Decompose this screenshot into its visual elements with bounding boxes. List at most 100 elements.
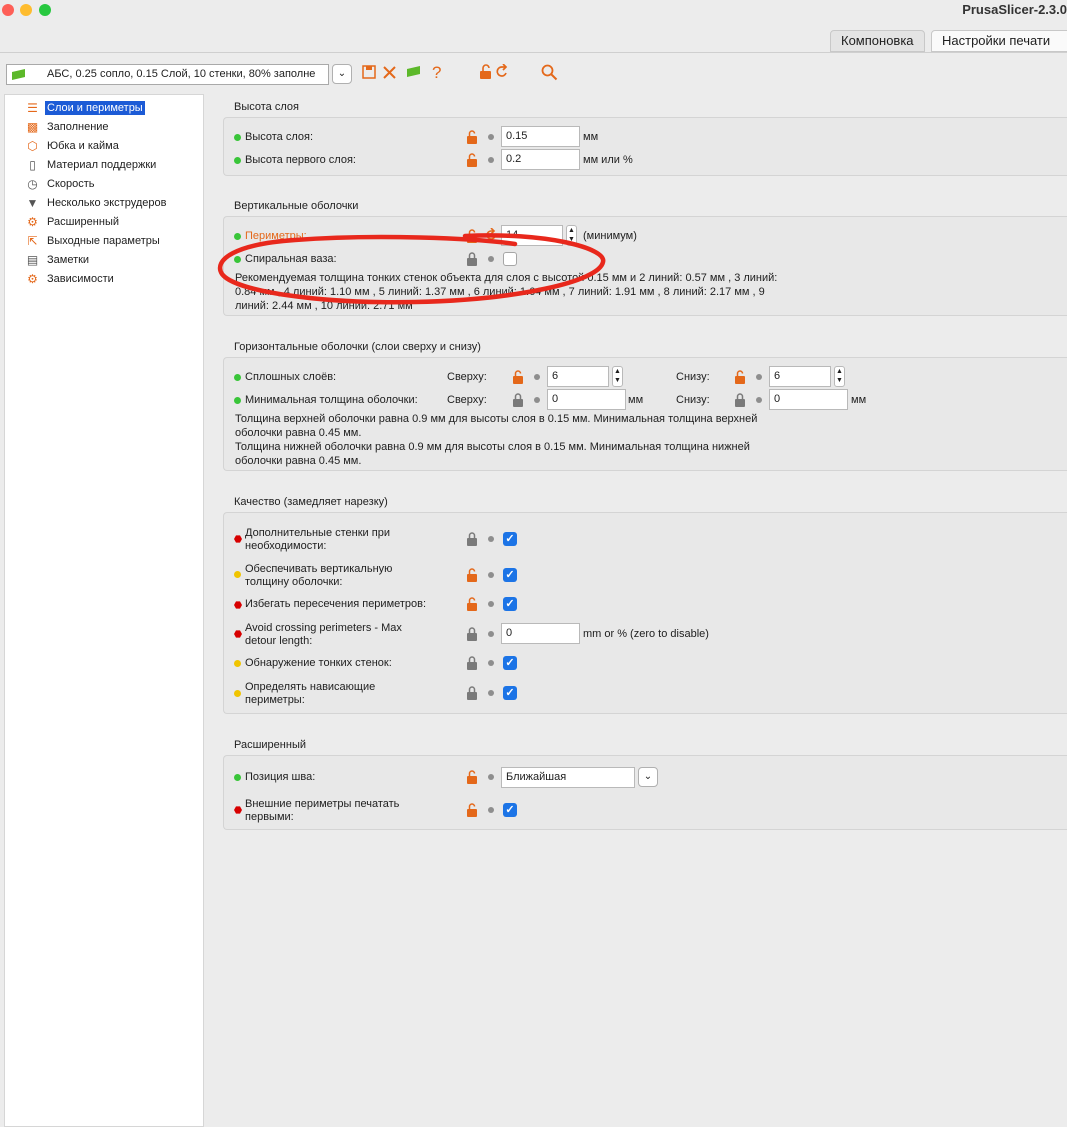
shell-thickness-note-line: Толщина верхней оболочки равна 0.9 мм дл… — [235, 413, 758, 425]
dependencies-icon: ⚙ — [27, 271, 38, 286]
window-title: PrusaSlicer-2.3.0 — [962, 2, 1067, 17]
sidebar-item-layers[interactable]: ☰ Слои и периметры — [26, 99, 145, 117]
seam-position-label: Позиция шва: — [245, 771, 316, 783]
lock-closed-icon[interactable] — [512, 393, 524, 407]
system-value-dot — [488, 536, 494, 542]
first-layer-height-input[interactable]: 0.2 — [501, 149, 580, 170]
sidebar-item-extruders[interactable]: ▼ Несколько экструдеров — [26, 194, 168, 212]
tab-divider — [0, 52, 1067, 53]
min-thickness-bottom-input[interactable]: 0 — [769, 389, 848, 410]
solid-layers-top-label: Сверху: — [447, 371, 487, 383]
solid-layers-top-stepper[interactable]: ▲ ▼ — [612, 366, 623, 387]
min-shell-thickness-label: Минимальная толщина оболочки: — [245, 394, 418, 406]
external-first-checkbox[interactable]: ✓ — [503, 803, 517, 817]
sidebar-item-advanced[interactable]: ⚙ Расширенный — [26, 213, 121, 231]
delete-icon[interactable] — [382, 65, 397, 80]
preset-dropdown-button[interactable]: ⌄ — [332, 64, 352, 84]
lock-closed-icon[interactable] — [466, 656, 478, 670]
lock-open-icon[interactable] — [479, 64, 493, 80]
min-thickness-bottom-label: Снизу: — [676, 394, 710, 406]
lock-closed-icon[interactable] — [466, 627, 478, 641]
min-thickness-top-input[interactable]: 0 — [547, 389, 626, 410]
help-icon[interactable]: ? — [432, 64, 441, 81]
status-dot-green — [234, 157, 241, 164]
shell-thickness-note-line: Толщина нижней оболочки равна 0.9 мм для… — [235, 441, 750, 453]
section-layer-height-title: Высота слоя — [234, 101, 299, 113]
lock-open-icon[interactable] — [466, 597, 478, 611]
save-icon[interactable] — [362, 65, 376, 79]
overhangs-label: Определять нависающие — [245, 681, 376, 693]
sidebar-item-support[interactable]: ▯ Материал поддержки — [26, 156, 158, 174]
system-value-dot — [756, 397, 762, 403]
layer-height-input[interactable]: 0.15 — [501, 126, 580, 147]
sidebar-item-speed[interactable]: ◷ Скорость — [26, 175, 97, 193]
sidebar-item-dependencies[interactable]: ⚙ Зависимости — [26, 270, 116, 288]
system-value-dot — [534, 374, 540, 380]
thin-walls-checkbox[interactable]: ✓ — [503, 656, 517, 670]
seam-position-dropdown-button[interactable]: ⌄ — [638, 767, 658, 787]
tab-print-settings[interactable]: Настройки печати — [931, 30, 1067, 52]
min-thickness-top-unit: мм — [628, 394, 644, 406]
system-value-dot — [488, 134, 494, 140]
thin-walls-label: Обнаружение тонких стенок: — [245, 657, 392, 669]
skirt-icon: ⬡ — [27, 138, 38, 153]
min-thickness-bottom-unit: мм — [851, 394, 867, 406]
sidebar-item-notes[interactable]: ▤ Заметки — [26, 251, 91, 269]
lock-closed-icon[interactable] — [734, 393, 746, 407]
sidebar-item-skirt[interactable]: ⬡ Юбка и кайма — [26, 137, 121, 155]
tab-plater[interactable]: Компоновка — [830, 30, 925, 52]
layers-icon: ☰ — [27, 100, 38, 115]
extra-perimeters-checkbox[interactable]: ✓ — [503, 532, 517, 546]
flag-green-icon — [12, 69, 25, 80]
min-thickness-top-label: Сверху: — [447, 394, 487, 406]
solid-layers-bottom-input[interactable]: 6 — [769, 366, 831, 387]
status-dot-green — [234, 774, 241, 781]
max-detour-label: detour length: — [245, 635, 313, 647]
close-window-button[interactable] — [2, 4, 14, 16]
lock-open-icon[interactable] — [466, 130, 478, 144]
status-dot-green — [234, 374, 241, 381]
status-dot-green — [234, 134, 241, 141]
overhangs-label: периметры: — [245, 694, 305, 706]
support-icon: ▯ — [29, 157, 36, 172]
compare-flag-icon[interactable] — [406, 66, 422, 78]
solid-layers-top-input[interactable]: 6 — [547, 366, 609, 387]
lock-open-icon[interactable] — [466, 770, 478, 784]
external-first-label: Внешние периметры печатать — [245, 798, 400, 810]
sidebar-item-infill[interactable]: ▩ Заполнение — [26, 118, 111, 136]
solid-layers-label: Сплошных слоёв: — [245, 371, 337, 383]
lock-open-icon[interactable] — [734, 370, 746, 384]
external-first-label: первыми: — [245, 811, 294, 823]
seam-position-select[interactable]: Ближайшая — [501, 767, 635, 788]
advanced-icon: ⚙ — [27, 214, 38, 229]
zoom-window-button[interactable] — [39, 4, 51, 16]
system-value-dot — [756, 374, 762, 380]
lock-closed-icon[interactable] — [466, 686, 478, 700]
max-detour-input[interactable]: 0 — [501, 623, 580, 644]
system-value-dot — [488, 572, 494, 578]
solid-layers-bottom-stepper[interactable]: ▲ ▼ — [834, 366, 845, 387]
max-detour-label: Avoid crossing perimeters - Max — [245, 622, 402, 634]
lock-open-icon[interactable] — [466, 803, 478, 817]
status-dot-yellow — [234, 690, 241, 697]
lock-open-icon[interactable] — [466, 153, 478, 167]
first-layer-height-unit: мм или % — [583, 154, 633, 166]
annotation-circle — [217, 233, 606, 305]
lock-open-icon[interactable] — [512, 370, 524, 384]
system-value-dot — [488, 601, 494, 607]
shell-thickness-note-line: оболочки равна 0.45 мм. — [235, 455, 362, 467]
undo-arrow-icon[interactable] — [495, 64, 509, 80]
preset-combo[interactable]: АБС, 0.25 сопло, 0.15 Слой, 10 стенки, 8… — [6, 64, 329, 85]
ensure-vertical-thickness-checkbox[interactable]: ✓ — [503, 568, 517, 582]
sidebar-item-output[interactable]: ⇱ Выходные параметры — [26, 232, 162, 250]
system-value-dot — [488, 157, 494, 163]
search-icon[interactable] — [541, 64, 558, 81]
overhangs-checkbox[interactable]: ✓ — [503, 686, 517, 700]
solid-layers-bottom-label: Снизу: — [676, 371, 710, 383]
ensure-vertical-thickness-label: Обеспечивать вертикальную — [245, 563, 393, 575]
minimize-window-button[interactable] — [20, 4, 32, 16]
avoid-crossing-checkbox[interactable]: ✓ — [503, 597, 517, 611]
system-value-dot — [488, 690, 494, 696]
lock-open-icon[interactable] — [466, 568, 478, 582]
lock-closed-icon[interactable] — [466, 532, 478, 546]
